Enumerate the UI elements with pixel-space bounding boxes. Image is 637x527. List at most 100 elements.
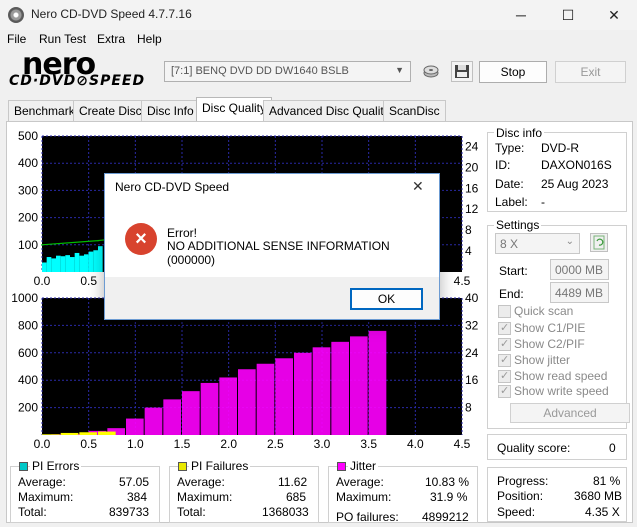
x-tick-label: 4.0 — [407, 437, 424, 451]
dialog-message-line1: Error! — [167, 226, 197, 240]
dialog-close-button[interactable]: ✕ — [412, 178, 424, 195]
dialog-title: Nero CD-DVD Speed — [115, 180, 230, 194]
y-right-tick-label: 8 — [465, 401, 472, 415]
y-right-tick-label: 40 — [465, 292, 479, 305]
show-write-speed-checkbox[interactable] — [498, 384, 511, 398]
pi-error-bar — [84, 254, 89, 272]
show-c1pie-checkbox[interactable] — [498, 321, 511, 335]
y-left-tick-label: 400 — [18, 156, 38, 170]
tab-scandisc[interactable]: ScanDisc — [383, 100, 446, 121]
menu-file[interactable]: File — [7, 32, 26, 46]
pi-errors-maximum-label: Maximum: — [18, 490, 74, 504]
speed-value: 4.35 X — [585, 505, 620, 519]
po-failures-label: PO failures: — [336, 510, 399, 524]
y-right-tick-label: 16 — [465, 373, 479, 387]
menu-extra[interactable]: Extra — [97, 32, 125, 46]
pi-failures-average-label: Average: — [177, 475, 225, 489]
read-speed-point — [41, 244, 43, 246]
show-read-speed-checkbox[interactable] — [498, 369, 511, 383]
menu-bar: File Run Test Extra Help — [0, 30, 637, 50]
po-failures-value: 4899212 — [422, 510, 469, 524]
pi-failures-total-value: 1368033 — [262, 505, 309, 519]
pi-failure-bar — [200, 382, 219, 435]
label-label: Label: — [495, 195, 528, 209]
show-jitter-checkbox[interactable] — [498, 353, 511, 367]
progress-value: 81 % — [593, 474, 621, 488]
pi-errors-average-value: 57.05 — [119, 475, 150, 489]
show-c2pif-checkbox[interactable] — [498, 337, 511, 351]
start-label: Start: — [499, 264, 528, 278]
tab-disc-info[interactable]: Disc Info — [141, 100, 200, 121]
minimize-button[interactable]: ─ — [498, 0, 544, 30]
pi-failure-low-bar — [60, 432, 79, 435]
x-tick-label: 0.0 — [34, 437, 51, 451]
show-c1pie-label: Show C1/PIE — [514, 321, 586, 335]
y-right-tick-label: 8 — [465, 223, 472, 237]
y-left-tick-label: 600 — [18, 346, 38, 360]
refresh-icon — [593, 235, 605, 250]
pi-failure-bar — [163, 399, 181, 435]
x-tick-label: 4.5 — [454, 274, 471, 288]
chevron-down-icon: ▼ — [395, 65, 404, 75]
save-button[interactable] — [451, 61, 473, 82]
disc-stack-icon — [423, 65, 439, 78]
settings-title: Settings — [494, 218, 542, 232]
y-right-tick-label: 4 — [465, 244, 472, 258]
y-right-tick-label: 12 — [465, 202, 479, 216]
app-icon — [8, 7, 24, 23]
jitter-legend-swatch — [337, 462, 346, 471]
tab-advanced-disc-quality[interactable]: Advanced Disc Quality — [263, 100, 396, 121]
id-value: DAXON016S — [541, 158, 612, 172]
label-value: - — [541, 195, 545, 209]
start-input[interactable]: 0000 MB — [550, 259, 609, 280]
y-left-tick-label: 400 — [18, 373, 38, 387]
date-label: Date: — [495, 177, 524, 191]
drive-info-button[interactable] — [420, 61, 442, 82]
drive-select[interactable]: [7:1] BENQ DVD DD DW1640 BSLB ▼ — [164, 61, 411, 82]
pi-failure-low-bar — [98, 431, 116, 435]
jitter-average-value: 10.83 % — [425, 475, 470, 489]
position-label: Position: — [497, 489, 544, 503]
quick-scan-checkbox[interactable] — [498, 305, 511, 318]
drive-select-value: [7:1] BENQ DVD DD DW1640 BSLB — [171, 65, 349, 77]
stop-button[interactable]: Stop — [479, 61, 547, 83]
show-jitter-label: Show jitter — [514, 353, 571, 367]
menu-run-test[interactable]: Run Test — [39, 32, 86, 46]
pi-failures-total-label: Total: — [177, 505, 206, 519]
advanced-button[interactable]: Advanced — [510, 403, 630, 423]
pi-failure-bar — [126, 418, 144, 435]
end-input[interactable]: 4489 MB — [550, 282, 609, 303]
menu-help[interactable]: Help — [137, 32, 162, 46]
tab-benchmark[interactable]: Benchmark — [8, 100, 81, 121]
read-speed-point — [97, 239, 99, 242]
show-read-speed-label: Show read speed — [514, 369, 608, 383]
jitter-maximum-label: Maximum: — [336, 490, 392, 504]
pi-failures-title: PI Failures — [189, 459, 251, 473]
tab-create-disc[interactable]: Create Disc — [73, 100, 148, 121]
x-tick-label: 1.0 — [127, 437, 144, 451]
jitter-maximum-value: 31.9 % — [430, 490, 468, 504]
end-label: End: — [499, 287, 524, 301]
pi-errors-title: PI Errors — [30, 459, 82, 473]
pi-failure-low-bar — [42, 434, 60, 435]
maximize-button[interactable]: ☐ — [545, 0, 591, 30]
pi-failures-maximum-value: 685 — [286, 490, 307, 504]
jitter-title: Jitter — [348, 459, 379, 473]
y-left-tick-label: 800 — [18, 318, 38, 332]
ok-button[interactable]: OK — [350, 288, 423, 310]
exit-button[interactable]: Exit — [555, 61, 626, 83]
pi-errors-average-label: Average: — [18, 475, 66, 489]
y-right-tick-label: 20 — [465, 160, 479, 174]
refresh-speed-button[interactable] — [590, 233, 608, 252]
x-tick-label: 1.5 — [174, 437, 191, 451]
close-button[interactable]: ✕ — [591, 0, 637, 30]
pi-failure-bar — [219, 377, 237, 435]
tab-disc-quality[interactable]: Disc Quality — [196, 97, 273, 121]
position-value: 3680 MB — [574, 489, 623, 503]
x-tick-label: 0.0 — [34, 274, 51, 288]
pi-error-bar — [42, 262, 47, 272]
pi-errors-maximum-value: 384 — [127, 490, 148, 504]
pi-errors-total-value: 839733 — [109, 505, 150, 519]
quality-score-label: Quality score: — [497, 441, 571, 455]
speed-select[interactable]: 8 X ⌄ — [495, 233, 580, 254]
